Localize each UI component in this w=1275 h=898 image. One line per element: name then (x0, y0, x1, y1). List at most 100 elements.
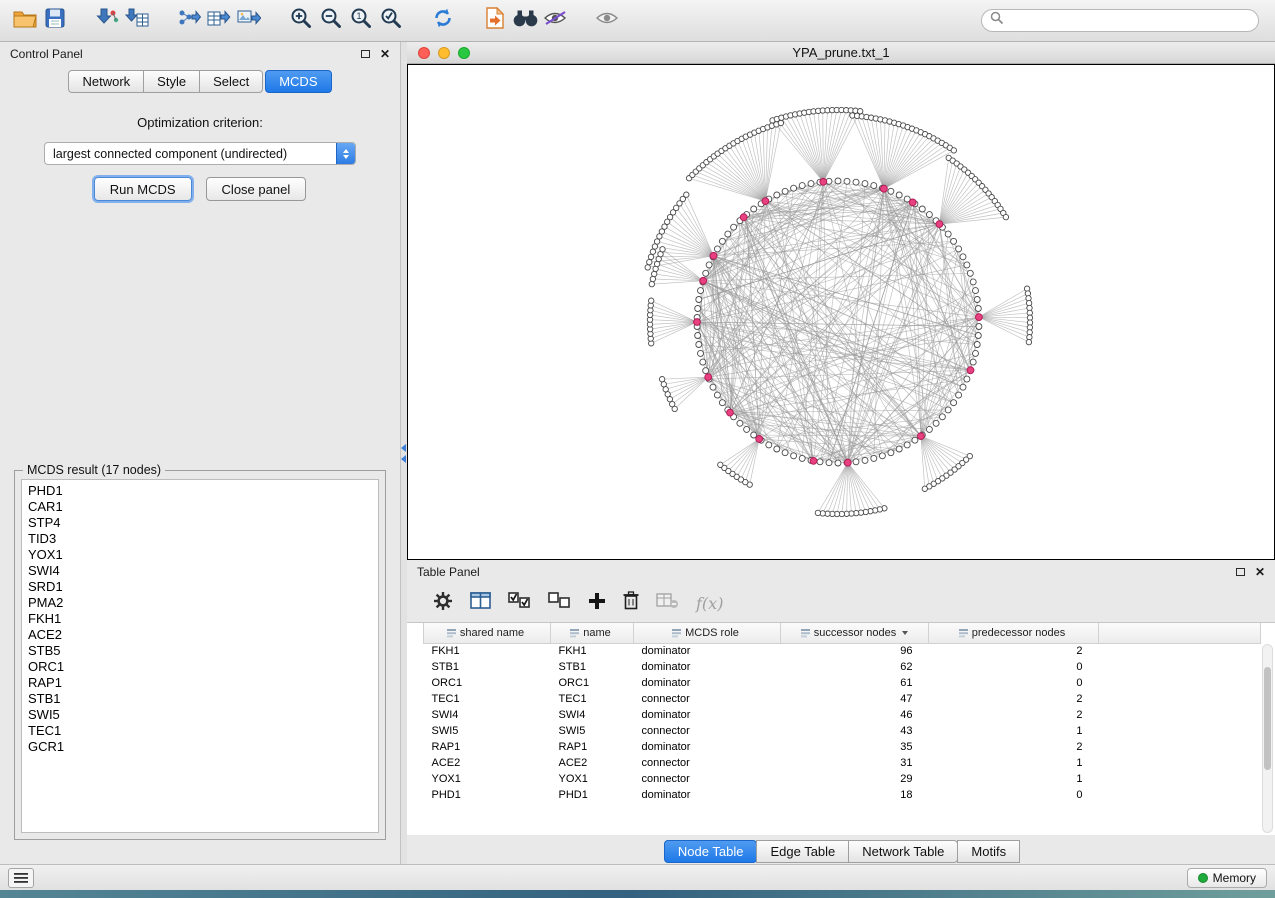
col-predecessor-nodes[interactable]: predecessor nodes (929, 623, 1099, 643)
result-item[interactable]: SWI5 (22, 707, 378, 723)
col-mcds-role[interactable]: MCDS role (634, 623, 781, 643)
tab-edge-table[interactable]: Edge Table (756, 840, 849, 863)
result-item[interactable]: ORC1 (22, 659, 378, 675)
result-item[interactable]: RAP1 (22, 675, 378, 691)
result-item[interactable]: TID3 (22, 531, 378, 547)
zoom-in-button[interactable] (286, 5, 316, 37)
tab-style[interactable]: Style (143, 70, 200, 93)
close-panel-button[interactable]: Close panel (206, 177, 307, 201)
close-window-button[interactable] (418, 47, 430, 59)
folder-icon (13, 9, 37, 33)
table-settings-button[interactable] (433, 588, 453, 618)
share-document-button[interactable] (480, 5, 510, 37)
cell-predecessor-nodes: 2 (929, 739, 1099, 755)
result-item[interactable]: YOX1 (22, 547, 378, 563)
table-row[interactable]: SWI4SWI4dominator462 (424, 707, 1261, 723)
splitter-collapse-icon[interactable] (401, 444, 406, 463)
table-row[interactable]: ORC1ORC1dominator610 (424, 675, 1261, 691)
memory-button[interactable]: Memory (1187, 868, 1267, 888)
export-image-button[interactable] (234, 5, 264, 37)
save-session-button[interactable] (40, 5, 70, 37)
zoom-out-button[interactable] (316, 5, 346, 37)
tab-motifs[interactable]: Motifs (957, 840, 1020, 863)
refresh-icon (432, 7, 454, 34)
table-row[interactable]: RAP1RAP1dominator352 (424, 739, 1261, 755)
zoom-fit-button[interactable] (376, 5, 406, 37)
table-row[interactable]: TEC1TEC1connector472 (424, 691, 1261, 707)
run-mcds-button[interactable]: Run MCDS (94, 177, 192, 201)
zoom-actual-size-button[interactable]: 1 (346, 5, 376, 37)
show-graphics-details-button[interactable] (592, 5, 622, 37)
import-table-button[interactable] (122, 5, 152, 37)
tab-network[interactable]: Network (68, 70, 144, 93)
result-item[interactable]: CAR1 (22, 499, 378, 515)
open-session-button[interactable] (10, 5, 40, 37)
cell-name: PHD1 (551, 787, 634, 803)
show-columns-button[interactable] (470, 588, 491, 618)
export-table-button[interactable] (204, 5, 234, 37)
optimization-criterion-select[interactable]: largest connected component (undirected) (44, 142, 356, 165)
search-input[interactable] (1004, 14, 1250, 28)
function-builder-button[interactable]: f(x) (696, 588, 723, 618)
table-row[interactable]: STB1STB1dominator620 (424, 659, 1261, 675)
float-panel-button[interactable] (361, 50, 370, 58)
tab-select[interactable]: Select (199, 70, 263, 93)
table-row[interactable]: FKH1FKH1dominator962 (424, 643, 1261, 659)
export-network-button[interactable] (174, 5, 204, 37)
table-scrollbar[interactable] (1262, 644, 1273, 833)
table-row[interactable]: YOX1YOX1connector291 (424, 771, 1261, 787)
float-table-panel-button[interactable] (1236, 568, 1245, 576)
network-graph[interactable] (408, 65, 1274, 559)
network-searchbox[interactable] (981, 9, 1259, 32)
col-shared-name[interactable]: shared name (424, 623, 551, 643)
close-table-panel-button[interactable]: ✕ (1255, 566, 1265, 578)
eye-icon (595, 10, 620, 31)
tab-mcds[interactable]: MCDS (265, 70, 331, 93)
table-scrollbar-thumb[interactable] (1264, 667, 1271, 770)
result-item[interactable]: ACE2 (22, 627, 378, 643)
result-item[interactable]: TEC1 (22, 723, 378, 739)
gear-icon (433, 591, 453, 616)
cell-mcds-role: dominator (634, 659, 781, 675)
tab-node-table[interactable]: Node Table (664, 840, 758, 863)
delete-column-button[interactable] (623, 588, 639, 618)
refresh-layout-button[interactable] (428, 5, 458, 37)
zoom-window-button[interactable] (458, 47, 470, 59)
result-item[interactable]: STB1 (22, 691, 378, 707)
result-item[interactable]: SRD1 (22, 579, 378, 595)
result-item[interactable]: STP4 (22, 515, 378, 531)
table-row[interactable]: PHD1PHD1dominator180 (424, 787, 1261, 803)
col-successor-nodes[interactable]: successor nodes (781, 623, 929, 643)
network-window-title: YPA_prune.txt_1 (792, 45, 889, 60)
mcds-result-list[interactable]: PHD1CAR1STP4TID3YOX1SWI4SRD1PMA2FKH1ACE2… (21, 479, 379, 833)
search-network-button[interactable] (510, 5, 540, 37)
table-row[interactable]: SWI5SWI5connector431 (424, 723, 1261, 739)
import-network-button[interactable] (92, 5, 122, 37)
result-item[interactable]: PHD1 (22, 483, 378, 499)
result-item[interactable]: GCR1 (22, 739, 378, 755)
cell-name: FKH1 (551, 643, 634, 659)
hide-graphics-details-button[interactable] (540, 5, 570, 37)
add-column-button[interactable] (588, 588, 606, 618)
delete-table-icon (656, 593, 679, 614)
result-item[interactable]: SWI4 (22, 563, 378, 579)
cell-successor-nodes: 43 (781, 723, 929, 739)
col-name[interactable]: name (551, 623, 634, 643)
deselect-all-rows-button[interactable] (548, 588, 571, 618)
table-row[interactable]: ACE2ACE2connector311 (424, 755, 1261, 771)
cell-successor-nodes: 96 (781, 643, 929, 659)
mcds-result-groupbox: MCDS result (17 nodes) PHD1CAR1STP4TID3Y… (14, 470, 386, 840)
network-canvas[interactable] (407, 64, 1275, 560)
delete-table-button[interactable] (656, 588, 679, 618)
result-item[interactable]: STB5 (22, 643, 378, 659)
cell-filler (1099, 643, 1261, 659)
close-panel-x-button[interactable]: ✕ (380, 48, 390, 60)
right-area: YPA_prune.txt_1 Table Panel ✕ (407, 42, 1275, 864)
result-item[interactable]: FKH1 (22, 611, 378, 627)
status-menu-button[interactable] (8, 868, 34, 888)
tab-network-table[interactable]: Network Table (848, 840, 958, 863)
minimize-window-button[interactable] (438, 47, 450, 59)
zoom-fit-icon (380, 7, 402, 34)
result-item[interactable]: PMA2 (22, 595, 378, 611)
select-all-rows-button[interactable] (508, 588, 531, 618)
